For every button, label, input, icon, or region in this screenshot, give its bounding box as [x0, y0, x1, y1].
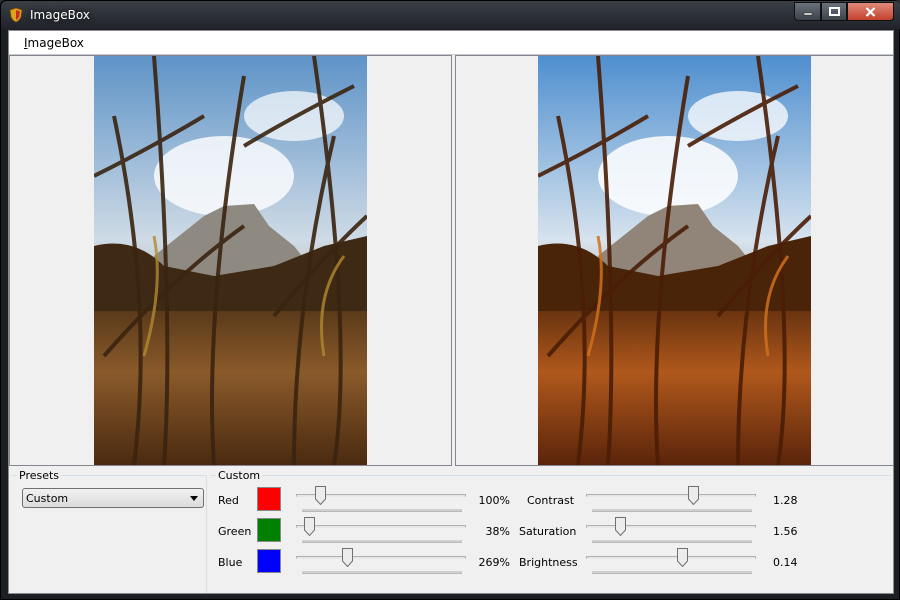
presets-selected-value: Custom: [26, 492, 69, 505]
client-area: ImageBox Presets Custom Custom Red 100% …: [8, 30, 894, 594]
brightness-slider-thumb[interactable]: [677, 548, 688, 567]
red-slider[interactable]: [296, 485, 468, 515]
presets-group-title: Presets: [17, 469, 62, 482]
original-photo: [94, 56, 367, 465]
red-swatch[interactable]: [257, 487, 281, 511]
processed-image-panel: [455, 55, 894, 466]
presets-combobox[interactable]: Custom: [22, 488, 204, 508]
blue-slider-track: [296, 556, 466, 559]
saturation-value: 1.56: [773, 525, 798, 538]
close-icon: [865, 6, 876, 17]
window-title: ImageBox: [30, 8, 90, 22]
presets-group: Presets Custom: [11, 470, 207, 593]
blue-percent: 269%: [478, 556, 510, 569]
main-window: ImageBox ImageBox Presets Custom Custom …: [0, 0, 900, 600]
maximize-button[interactable]: [821, 2, 847, 21]
green-slider-bar: [302, 540, 462, 543]
brightness-slider[interactable]: [586, 547, 758, 577]
blue-label: Blue: [218, 556, 243, 569]
red-slider-bar: [302, 509, 462, 512]
contrast-value: 1.28: [773, 494, 798, 507]
contrast-slider-track: [586, 494, 756, 497]
custom-group: Custom Red 100% Green 38% Blue 269% Cont…: [210, 470, 891, 593]
blue-swatch[interactable]: [257, 549, 281, 573]
green-slider-track: [296, 525, 466, 528]
contrast-label: Contrast: [527, 494, 575, 507]
close-button[interactable]: [847, 2, 894, 21]
red-slider-thumb[interactable]: [315, 486, 326, 505]
menu-imagebox[interactable]: ImageBox: [24, 36, 84, 50]
green-percent: 38%: [485, 525, 510, 538]
red-label: Red: [218, 494, 239, 507]
saturation-slider-track: [586, 525, 756, 528]
processed-photo: [538, 56, 811, 465]
blue-slider[interactable]: [296, 547, 468, 577]
saturation-label: Saturation: [519, 525, 577, 538]
minimize-button[interactable]: [794, 2, 821, 21]
green-slider[interactable]: [296, 516, 468, 546]
saturation-slider-bar: [592, 540, 752, 543]
brightness-slider-track: [586, 556, 756, 559]
maximize-icon: [828, 7, 840, 16]
contrast-slider[interactable]: [586, 485, 758, 515]
shield-icon: [9, 7, 23, 23]
saturation-slider[interactable]: [586, 516, 758, 546]
menu-imagebox-rest: mageBox: [27, 36, 84, 50]
green-label: Green: [218, 525, 252, 538]
menu-bar: ImageBox: [9, 31, 893, 55]
chevron-down-icon[interactable]: [190, 496, 198, 501]
title-bar[interactable]: ImageBox: [1, 1, 900, 29]
brightness-label: Brightness: [519, 556, 578, 569]
custom-group-title: Custom: [216, 469, 263, 482]
saturation-slider-thumb[interactable]: [615, 517, 626, 536]
blue-slider-bar: [302, 571, 462, 574]
green-swatch[interactable]: [257, 518, 281, 542]
red-percent: 100%: [478, 494, 510, 507]
blue-slider-thumb[interactable]: [342, 548, 353, 567]
minimize-icon: [803, 12, 812, 15]
brightness-slider-bar: [592, 571, 752, 574]
brightness-value: 0.14: [773, 556, 798, 569]
contrast-slider-thumb[interactable]: [688, 486, 699, 505]
controls-area: Presets Custom Custom Red 100% Green 38%…: [9, 467, 893, 593]
original-image-panel: [9, 55, 452, 466]
contrast-slider-bar: [592, 509, 752, 512]
window-controls: [794, 2, 894, 21]
green-slider-thumb[interactable]: [304, 517, 315, 536]
